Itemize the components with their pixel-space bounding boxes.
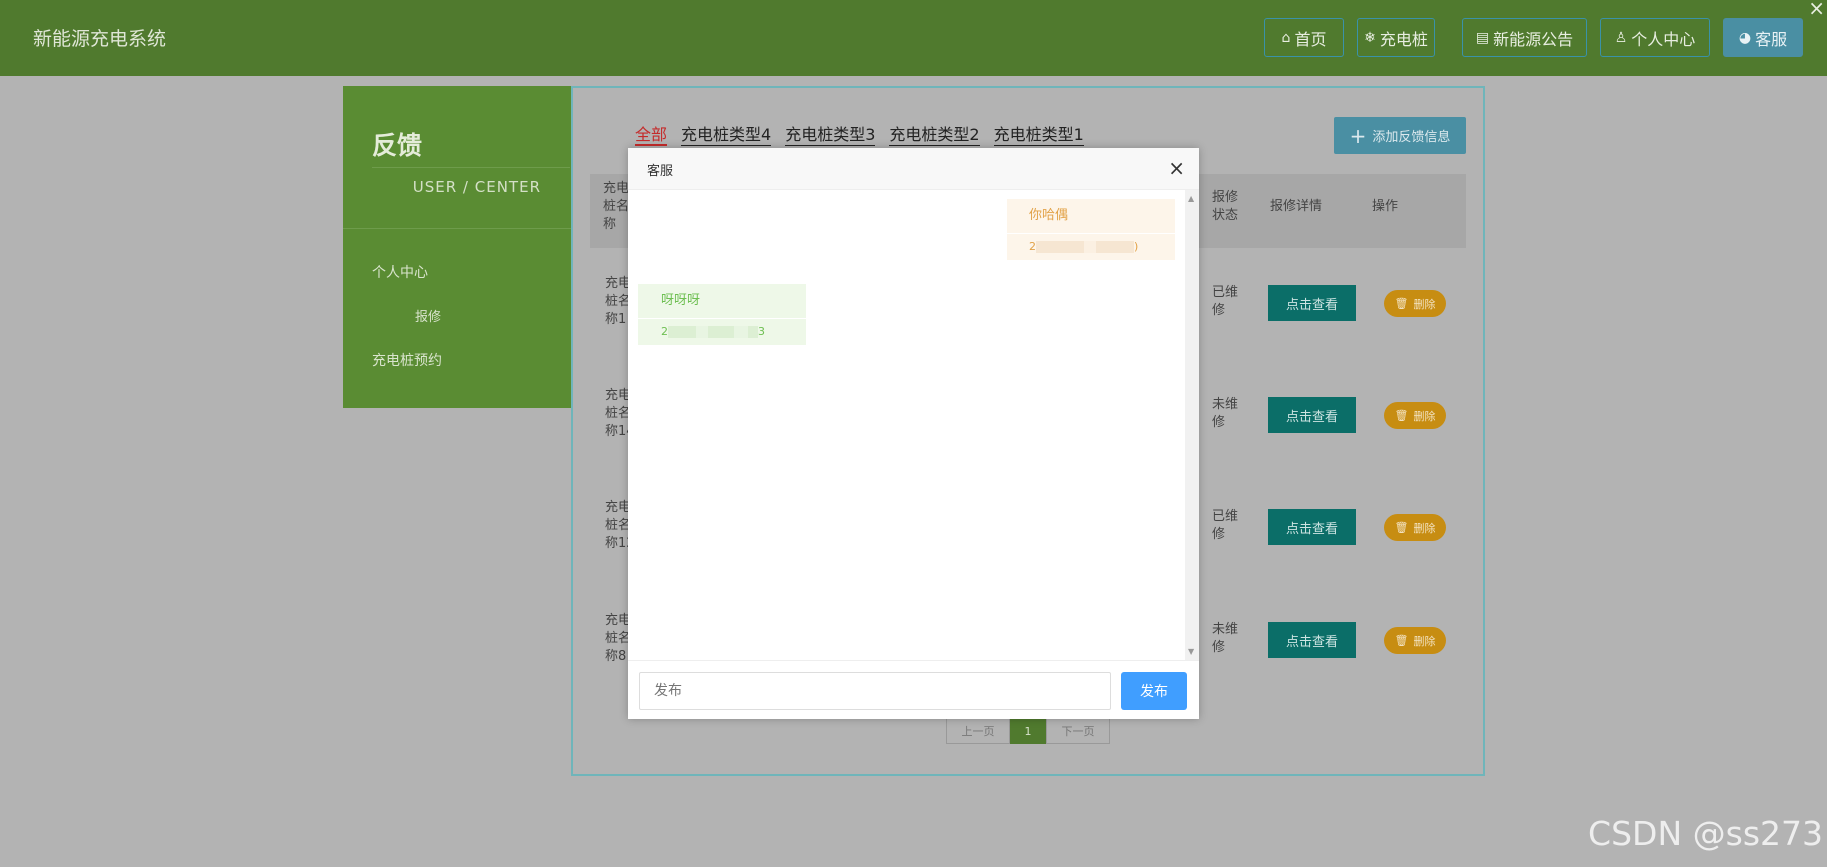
close-icon[interactable]: × (1168, 156, 1185, 180)
tab-all[interactable]: 全部 (635, 126, 668, 146)
trash-icon: 🗑 (1394, 521, 1409, 534)
message-text-left: 呀呀呀 (638, 284, 806, 318)
delete-label: 删除 (1413, 297, 1436, 311)
delete-button[interactable]: 🗑 删除 (1384, 402, 1446, 429)
column-header-name: 充电 桩名 称 (603, 181, 630, 232)
view-details-button[interactable]: 点击查看 (1268, 285, 1356, 321)
scroll-down-icon[interactable]: ▼ (1188, 647, 1194, 656)
dialog-footer: 发布 (628, 660, 1199, 719)
user-icon: ♙ (1614, 29, 1628, 46)
dialog-title: 客服 (647, 164, 674, 179)
delete-label: 删除 (1413, 634, 1436, 648)
notice-icon: ▤ (1475, 29, 1490, 46)
page-1-button[interactable]: 1 (1010, 718, 1046, 744)
nav-home[interactable]: ⌂ 首页 (1264, 18, 1344, 57)
chat-scrollbar[interactable]: ▲ ▼ (1185, 190, 1199, 660)
row-status: 已维 修 (1212, 509, 1239, 542)
message-time-left: 23 (638, 319, 806, 345)
add-feedback-button[interactable]: + 添加反馈信息 (1334, 117, 1466, 154)
redacted-block (734, 326, 748, 338)
dialog-header: 客服 × (628, 148, 1199, 190)
top-header: 新能源充电系统 ⌂ 首页 ❄ 充电桩 ▤ 新能源公告 ♙ 个人中心 ◕ 客服 × (0, 0, 1827, 76)
sidebar-item-user-center[interactable]: 个人中心 (372, 262, 428, 282)
nav-customer-service[interactable]: ◕ 客服 (1723, 18, 1803, 57)
corner-close-icon[interactable]: × (1808, 0, 1825, 20)
delete-label: 删除 (1413, 409, 1436, 423)
nav-charging-pile-label: 充电桩 (1379, 29, 1428, 49)
nav-charging-pile[interactable]: ❄ 充电桩 (1357, 18, 1435, 57)
redacted-block (1084, 241, 1096, 253)
delete-button[interactable]: 🗑 删除 (1384, 627, 1446, 654)
tab-type-2[interactable]: 充电桩类型2 (889, 126, 980, 146)
site-brand[interactable]: 新能源充电系统 (33, 24, 166, 51)
nav-announcement-label: 新能源公告 (1493, 29, 1574, 49)
trash-icon: 🗑 (1394, 409, 1409, 422)
sidebar-item-repair[interactable]: 报修 (415, 306, 441, 325)
nav-customer-service-label: 客服 (1755, 29, 1788, 49)
headset-icon: ◕ (1738, 29, 1752, 46)
redacted-block (668, 326, 696, 338)
view-details-button[interactable]: 点击查看 (1268, 509, 1356, 545)
delete-button[interactable]: 🗑 删除 (1384, 290, 1446, 317)
tab-type-1[interactable]: 充电桩类型1 (993, 126, 1084, 146)
send-button[interactable]: 发布 (1121, 672, 1187, 710)
chat-area[interactable]: 你哈偶 2) 呀呀呀 23 ▲ ▼ (628, 190, 1199, 660)
category-tabs: 全部 充电桩类型4 充电桩类型3 充电桩类型2 充电桩类型1 (635, 126, 1084, 146)
message-time-start: 2 (1029, 240, 1036, 253)
row-status: 已维 修 (1212, 285, 1239, 318)
trash-icon: 🗑 (1394, 297, 1409, 310)
sidebar-item-reservation[interactable]: 充电桩预约 (372, 350, 442, 370)
redacted-block (708, 326, 734, 338)
message-input[interactable] (639, 672, 1111, 710)
add-feedback-label: 添加反馈信息 (1372, 130, 1451, 145)
redacted-block (1096, 241, 1134, 253)
view-details-button[interactable]: 点击查看 (1268, 622, 1356, 658)
home-icon: ⌂ (1281, 29, 1291, 46)
nav-announcement[interactable]: ▤ 新能源公告 (1462, 18, 1587, 57)
tab-type-3[interactable]: 充电桩类型3 (785, 126, 876, 146)
sidebar-title: 反馈 (372, 131, 423, 160)
message-time-end: 3 (758, 325, 765, 338)
nav-user-center-label: 个人中心 (1631, 29, 1696, 49)
message-time-end: ) (1134, 240, 1139, 253)
redacted-block (748, 326, 758, 338)
column-header-detail: 报修详情 (1270, 199, 1323, 214)
trash-icon: 🗑 (1394, 634, 1409, 647)
delete-label: 删除 (1413, 521, 1436, 535)
message-time-start: 2 (661, 325, 668, 338)
nav-user-center[interactable]: ♙ 个人中心 (1600, 18, 1710, 57)
sidebar-divider (343, 228, 571, 229)
column-header-action: 操作 (1372, 199, 1399, 214)
sidebar-subtitle: USER / CENTER (412, 178, 541, 196)
snowflake-icon: ❄ (1364, 29, 1376, 46)
message-time-right: 2) (1007, 234, 1175, 260)
row-status: 未维 修 (1212, 622, 1239, 655)
sidebar: 反馈 USER / CENTER 个人中心 报修 充电桩预约 (343, 86, 571, 408)
view-details-button[interactable]: 点击查看 (1268, 397, 1356, 433)
message-text-right: 你哈偶 (1007, 199, 1175, 233)
nav-home-label: 首页 (1294, 29, 1327, 49)
delete-button[interactable]: 🗑 删除 (1384, 514, 1446, 541)
redacted-block (1036, 241, 1084, 253)
customer-service-dialog: 客服 × 你哈偶 2) 呀呀呀 23 ▲ ▼ 发布 (628, 148, 1199, 719)
prev-page-button[interactable]: 上一页 (946, 718, 1010, 744)
column-header-status: 报修 状态 (1212, 190, 1239, 223)
scroll-up-icon[interactable]: ▲ (1188, 194, 1194, 203)
plus-icon: + (1349, 123, 1367, 148)
watermark: CSDN @ss273 (1588, 814, 1823, 853)
sidebar-divider (372, 167, 570, 168)
next-page-button[interactable]: 下一页 (1046, 718, 1110, 744)
tab-type-4[interactable]: 充电桩类型4 (681, 126, 772, 146)
redacted-block (696, 326, 708, 338)
row-status: 未维 修 (1212, 397, 1239, 430)
